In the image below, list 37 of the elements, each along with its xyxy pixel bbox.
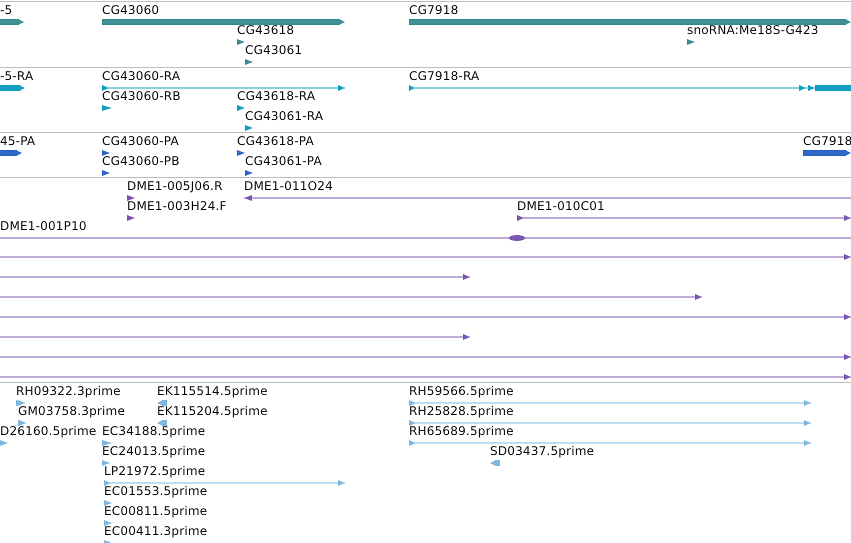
feature-label: RH65689.5prime [409,425,514,438]
feature-label: EC01553.5prime [104,485,208,498]
feature-label: -5-RA [0,70,34,83]
feature-label: CG7918 [409,4,458,17]
feature-label: CG43061 [245,44,302,57]
feature-label: EC24013.5prime [102,445,206,458]
feature-label: CG43060 [102,4,160,17]
feature-label: DME1-003H24.F [127,200,227,213]
feature-label: RH59566.5prime [409,385,514,398]
feature-label: GM03758.3prime [18,405,126,418]
feature-label: CG43060-RA [102,70,180,83]
feature-label: RH25828.5prime [409,405,514,418]
feature-label: EK115204.5prime [157,405,268,418]
feature-label: snoRNA:Me18S-G423 [687,24,819,37]
feature-label: CG43060-PB [102,155,180,168]
feature-label: CG43060-PA [102,135,179,148]
feature-label: DME1-001P10 [0,220,87,233]
feature-label: EK115514.5prime [157,385,268,398]
feature-label: CG43061-PA [245,155,322,168]
feature-label: DME1-010C01 [517,200,605,213]
feature-label: CG43618-RA [237,90,316,103]
feature-label: RH09322.3prime [16,385,121,398]
feature-label: DME1-005J06.R [127,180,223,193]
feature-label: D26160.5prime [0,425,96,438]
feature-label: 45-PA [0,135,36,148]
feature-label: DME1-011O24 [244,180,333,193]
feature-label: CG43618 [237,24,294,37]
feature-label: CG43061-RA [245,110,324,123]
feature-label: EC00811.5prime [104,505,208,518]
feature-label: EC00411.3prime [104,525,208,538]
feature-label: SD03437.5prime [490,445,594,458]
feature-label: EC34188.5prime [102,425,206,438]
feature-label: -5 [0,4,12,17]
feature-label: CG43618-PA [237,135,314,148]
feature-label: CG7918-RA [409,70,480,83]
feature-label: CG43060-RB [102,90,181,103]
feature-label: LP21972.5prime [104,465,206,478]
